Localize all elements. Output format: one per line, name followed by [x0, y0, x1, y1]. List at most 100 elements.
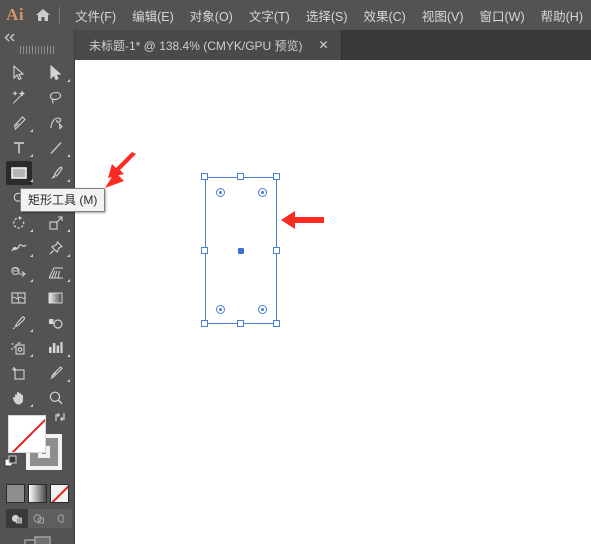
color-mode-button[interactable] [6, 484, 25, 503]
handle-bottom-center[interactable] [237, 320, 244, 327]
handle-top-right[interactable] [273, 173, 280, 180]
menu-edit[interactable]: 编辑(E) [124, 2, 182, 29]
flyout-indicator [30, 229, 33, 232]
paint-mode-row [6, 484, 69, 503]
flyout-indicator [67, 154, 70, 157]
home-icon[interactable] [30, 0, 55, 30]
tools-panel-header [0, 30, 74, 60]
flyout-indicator [30, 329, 33, 332]
menu-type[interactable]: 文字(T) [241, 2, 298, 29]
flyout-indicator [67, 79, 70, 82]
gradient-mode-button[interactable] [28, 484, 47, 503]
menu-divider [59, 6, 61, 24]
menu-view[interactable]: 视图(V) [414, 2, 472, 29]
symbol-sprayer-tool[interactable] [0, 335, 37, 360]
magic-wand-tool[interactable] [0, 85, 37, 110]
no-fill-indicator [10, 416, 45, 452]
blend-tool[interactable] [37, 310, 74, 335]
width-warp-icon [6, 236, 32, 260]
ai-logo-icon: Ai [6, 5, 25, 24]
illustrator-window: Ai 文件(F) 编辑(E) 对象(O) 文字(T) 选择(S) 效果(C) 视… [0, 0, 591, 544]
free-transform-tool[interactable] [37, 235, 74, 260]
swap-fill-stroke-icon[interactable] [53, 410, 67, 429]
document-tab-title: 未标题-1* @ 138.4% (CMYK/GPU 预览) [89, 38, 303, 53]
mesh-tool[interactable] [0, 285, 37, 310]
handle-bottom-left[interactable] [201, 320, 208, 327]
panel-drag-grip[interactable] [20, 46, 54, 54]
paintbrush-tool[interactable] [37, 160, 74, 185]
flyout-indicator [67, 379, 70, 382]
default-fill-stroke-icon[interactable] [4, 455, 18, 474]
rectangle-tool-tooltip: 矩形工具 (M) [20, 188, 106, 212]
scale-tool[interactable] [37, 210, 74, 235]
bar-chart-icon [43, 336, 69, 360]
rectangle-tool[interactable] [0, 160, 37, 185]
corner-radius-widget-top-left[interactable] [216, 188, 225, 197]
pushpin-icon [43, 236, 69, 260]
slice-tool[interactable] [37, 360, 74, 385]
selection-tool[interactable] [0, 60, 37, 85]
menu-window[interactable]: 窗口(W) [472, 2, 533, 29]
zoom-tool[interactable] [37, 385, 74, 410]
eyedropper-tool[interactable] [0, 310, 37, 335]
eyedropper-icon [6, 311, 32, 335]
blend-icon [43, 311, 69, 335]
fill-swatch[interactable] [8, 415, 46, 453]
rectangle-icon [5, 160, 32, 185]
document-tab[interactable]: 未标题-1* @ 138.4% (CMYK/GPU 预览) ✕ [75, 30, 342, 60]
perspective-grid-tool[interactable] [37, 260, 74, 285]
tools-panel [0, 30, 75, 544]
menu-file[interactable]: 文件(F) [67, 2, 124, 29]
gradient-tool[interactable] [37, 285, 74, 310]
draw-behind-button[interactable] [28, 509, 50, 528]
handle-middle-right[interactable] [273, 247, 280, 254]
lasso-tool[interactable] [37, 85, 74, 110]
flyout-indicator [67, 254, 70, 257]
draw-normal-button[interactable] [6, 509, 28, 528]
draw-inside-button[interactable] [50, 509, 72, 528]
corner-radius-widget-top-right[interactable] [258, 188, 267, 197]
artboard-canvas[interactable] [75, 60, 591, 544]
curvature-tool[interactable] [37, 110, 74, 135]
type-t-icon [6, 136, 32, 160]
handle-middle-left[interactable] [201, 247, 208, 254]
menu-select[interactable]: 选择(S) [298, 2, 356, 29]
handle-top-center[interactable] [237, 173, 244, 180]
collapse-panel-icon[interactable] [4, 33, 20, 45]
symbol-sprayer-icon [6, 336, 32, 360]
pen-tool[interactable] [0, 110, 37, 135]
artboard-tool[interactable] [0, 360, 37, 385]
line-segment-tool[interactable] [37, 135, 74, 160]
draw-mode-row [6, 509, 72, 528]
shape-builder-icon [6, 261, 32, 285]
corner-radius-widget-bottom-right[interactable] [258, 305, 267, 314]
menu-bar: Ai 文件(F) 编辑(E) 对象(O) 文字(T) 选择(S) 效果(C) 视… [0, 0, 591, 30]
column-graph-tool[interactable] [37, 335, 74, 360]
none-mode-button[interactable] [50, 484, 69, 503]
close-icon[interactable]: ✕ [317, 38, 331, 52]
hand-icon [6, 386, 32, 410]
magic-wand-icon [6, 86, 32, 110]
paintbrush-icon [43, 161, 69, 185]
rotate-tool[interactable] [0, 210, 37, 235]
menu-help[interactable]: 帮助(H) [533, 2, 591, 29]
line-segment-icon [43, 136, 69, 160]
hand-tool[interactable] [0, 385, 37, 410]
magnifier-icon [43, 386, 69, 410]
flyout-indicator [30, 154, 33, 157]
arrow-cursor-icon [6, 61, 32, 85]
curvature-icon [43, 111, 69, 135]
perspective-grid-icon [43, 261, 69, 285]
corner-radius-widget-bottom-left[interactable] [216, 305, 225, 314]
change-screen-mode-button[interactable] [0, 534, 75, 544]
menu-effect[interactable]: 效果(C) [355, 2, 413, 29]
annotation-arrow-to-shape [281, 211, 324, 229]
width-tool[interactable] [0, 235, 37, 260]
flyout-indicator [30, 129, 33, 132]
direct-selection-tool[interactable] [37, 60, 74, 85]
menu-object[interactable]: 对象(O) [182, 2, 241, 29]
shape-builder-tool[interactable] [0, 260, 37, 285]
handle-bottom-right[interactable] [273, 320, 280, 327]
handle-top-left[interactable] [201, 173, 208, 180]
type-tool[interactable] [0, 135, 37, 160]
